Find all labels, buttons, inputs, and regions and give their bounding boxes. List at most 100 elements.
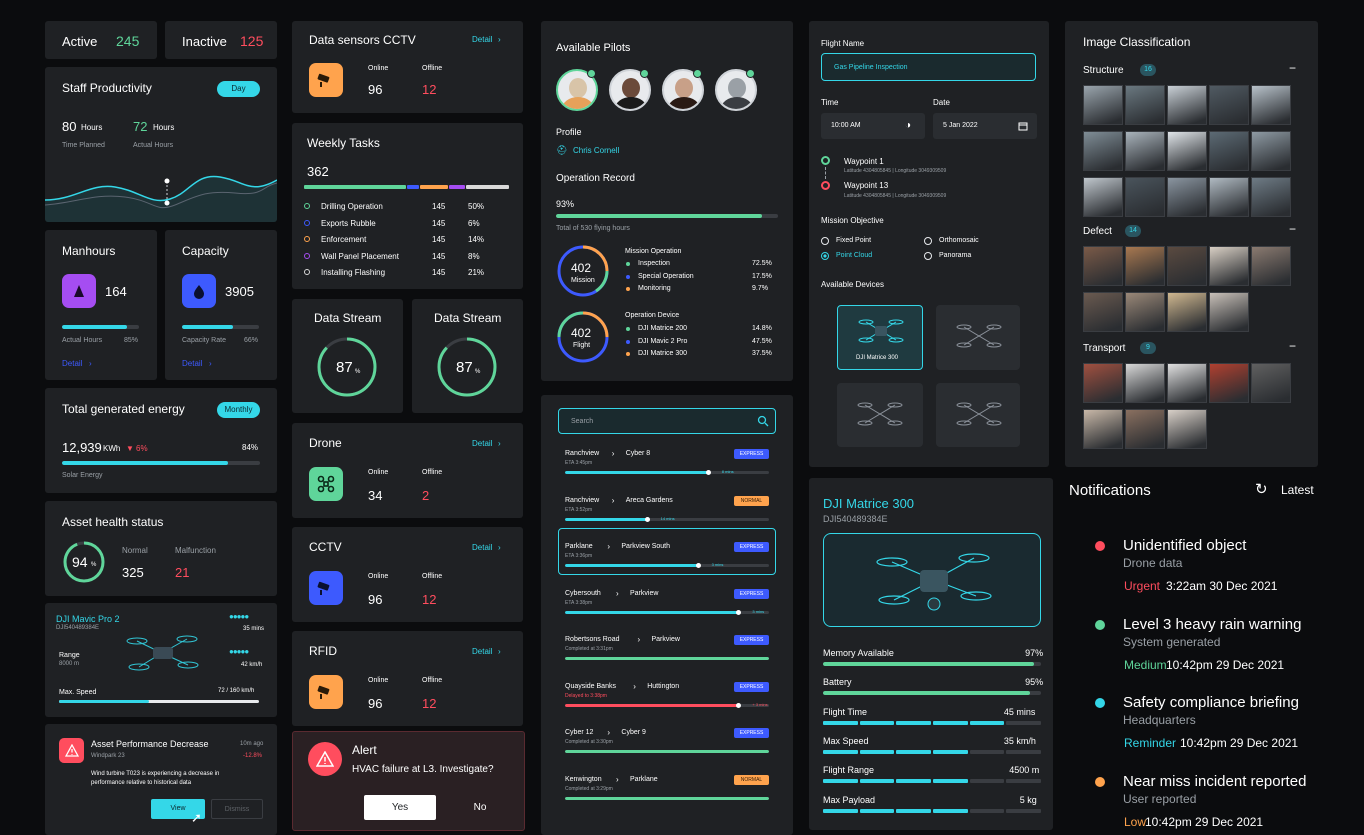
classified-image-thumbnail[interactable]	[1209, 363, 1249, 403]
max-speed-label: Max. Speed	[59, 689, 97, 696]
panorama-radio[interactable]	[924, 252, 932, 260]
stat-value: 95%	[1025, 677, 1044, 688]
manhours-detail-link[interactable]: Detail	[62, 359, 82, 368]
detail-link[interactable]: Detail	[472, 439, 492, 448]
classified-image-thumbnail[interactable]	[1251, 131, 1291, 171]
fixed-point-radio[interactable]	[821, 237, 829, 245]
task-count: 145	[432, 235, 446, 244]
classified-image-thumbnail[interactable]	[1125, 246, 1165, 286]
classified-image-thumbnail[interactable]	[1125, 177, 1165, 217]
classified-image-thumbnail[interactable]	[1209, 85, 1249, 125]
classified-image-thumbnail[interactable]	[1167, 409, 1207, 449]
flight-name-label: Flight Name	[821, 39, 865, 48]
search-input[interactable]: Search	[558, 408, 776, 434]
classified-image-thumbnail[interactable]	[1209, 246, 1249, 286]
no-button[interactable]: No	[453, 795, 507, 820]
route-tag[interactable]: EXPRESS	[734, 588, 769, 599]
route-progress-fill	[565, 657, 769, 660]
notification-level: Urgent	[1124, 579, 1161, 593]
capacity-bar-label: Capacity Rate	[182, 337, 226, 344]
stat-bar	[823, 662, 1041, 666]
classified-image-thumbnail[interactable]	[1251, 85, 1291, 125]
classified-image-thumbnail[interactable]	[1167, 292, 1207, 332]
productivity-wave-chart	[45, 175, 277, 222]
classified-image-thumbnail[interactable]	[1209, 177, 1249, 217]
classified-image-thumbnail[interactable]	[1125, 292, 1165, 332]
stat-bar-segment	[896, 779, 932, 784]
classified-image-thumbnail[interactable]	[1125, 363, 1165, 403]
route-tag[interactable]: EXPRESS	[734, 542, 769, 552]
task-name: Drilling Operation	[321, 202, 383, 211]
classified-image-thumbnail[interactable]	[1083, 246, 1123, 286]
collapse-icon[interactable]: −	[1289, 339, 1296, 353]
route-progress-fill	[565, 610, 739, 614]
detail-link[interactable]: Detail	[472, 647, 492, 656]
online-label: Online	[368, 677, 389, 684]
device-option-4[interactable]	[936, 383, 1020, 447]
route-tag[interactable]: EXPRESS	[734, 681, 769, 692]
time-input[interactable]: 10:00 AM ◑	[821, 113, 925, 139]
route-tag[interactable]: EXPRESS	[734, 635, 769, 645]
normal-label: Normal	[122, 546, 148, 555]
classified-image-thumbnail[interactable]	[1083, 409, 1123, 449]
orthomosaic-radio[interactable]	[924, 237, 932, 245]
refresh-icon[interactable]: ↻	[1255, 480, 1268, 498]
monthly-filter-button[interactable]: Monthly	[217, 402, 260, 418]
classified-image-thumbnail[interactable]	[1125, 409, 1165, 449]
classified-image-thumbnail[interactable]	[1209, 131, 1249, 171]
detail-link[interactable]: Detail	[472, 543, 492, 552]
point-cloud-radio[interactable]	[821, 252, 829, 260]
collapse-icon[interactable]: −	[1289, 61, 1296, 75]
chevron-right-icon: ›	[607, 728, 611, 737]
date-input[interactable]: 5 Jan 2022	[933, 113, 1037, 139]
classified-image-thumbnail[interactable]	[1083, 292, 1123, 332]
notification-title: Unidentified object	[1123, 537, 1247, 554]
latest-sort-button[interactable]: Latest	[1281, 483, 1314, 497]
legend-dot-icon	[304, 269, 310, 275]
stat-segmented-bar	[823, 808, 1042, 813]
dismiss-button[interactable]: Dismiss	[211, 799, 263, 819]
classified-image-thumbnail[interactable]	[1125, 131, 1165, 171]
card-title: Data sensors CCTV	[309, 33, 416, 47]
asset-health-card: Asset health status 94 % Normal 325 Malf…	[45, 501, 277, 596]
classified-image-thumbnail[interactable]	[1167, 363, 1207, 403]
manhours-pct: 85%	[124, 337, 139, 344]
yes-button[interactable]: Yes	[364, 795, 436, 820]
legend-dot-icon	[626, 287, 630, 291]
classified-image-thumbnail[interactable]	[1125, 85, 1165, 125]
stat-bar-segment	[933, 720, 968, 725]
card-title: Weekly Tasks	[307, 136, 380, 150]
classified-image-thumbnail[interactable]	[1209, 292, 1249, 332]
classified-image-thumbnail[interactable]	[1167, 177, 1207, 217]
day-filter-button[interactable]: Day	[217, 81, 260, 97]
classified-image-thumbnail[interactable]	[1083, 363, 1123, 403]
collapse-icon[interactable]: −	[1289, 222, 1296, 236]
actual-value: 72	[133, 119, 148, 134]
classified-image-thumbnail[interactable]	[1083, 85, 1123, 125]
device-option-3[interactable]	[837, 383, 923, 447]
profile-name[interactable]: Chris Cornell	[573, 146, 619, 155]
route-tag[interactable]: NORMAL	[734, 495, 769, 506]
device-option-2[interactable]	[936, 305, 1020, 370]
manhours-bar	[62, 325, 139, 329]
notification-status-dot-icon	[1095, 776, 1105, 787]
classified-image-thumbnail[interactable]	[1083, 177, 1123, 217]
route-to: Cyber 9	[621, 729, 646, 736]
classified-image-thumbnail[interactable]	[1167, 131, 1207, 171]
device-name: DJI Matrice 300	[638, 350, 688, 357]
classified-image-thumbnail[interactable]	[1251, 363, 1291, 403]
mavic-card[interactable]: DJI Mavic Pro 2 DJI540489384E ●●●●● 35 m…	[45, 603, 277, 717]
route-tag[interactable]: NORMAL	[734, 774, 769, 785]
classified-image-thumbnail[interactable]	[1083, 131, 1123, 171]
detail-link[interactable]: Detail	[472, 35, 492, 44]
route-tag[interactable]: EXPRESS	[734, 449, 769, 459]
route-tag[interactable]: EXPRESS	[734, 728, 769, 738]
classified-image-thumbnail[interactable]	[1251, 246, 1291, 286]
capacity-detail-link[interactable]: Detail	[182, 359, 202, 368]
device-option-matrice-300[interactable]: DJI Matrice 300	[837, 305, 923, 370]
flight-name-input[interactable]: Gas Pipeline Inspection	[821, 53, 1036, 81]
classified-image-thumbnail[interactable]	[1167, 85, 1207, 125]
classified-image-thumbnail[interactable]	[1251, 177, 1291, 217]
classified-image-thumbnail[interactable]	[1167, 246, 1207, 286]
drone-icon	[309, 467, 343, 501]
